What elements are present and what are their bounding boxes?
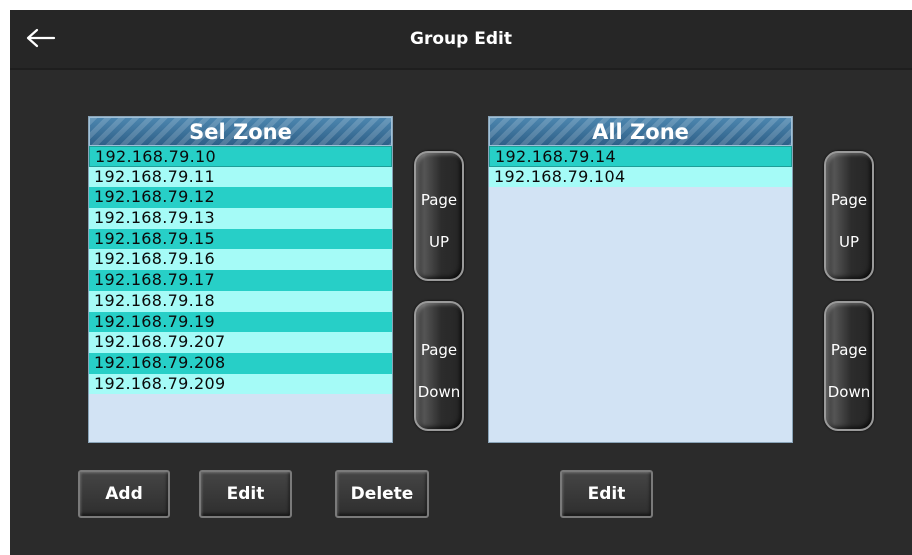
group-edit-screen: Group Edit Sel Zone 192.168.79.10 192.168…: [10, 10, 912, 555]
page-up-label-line2: UP: [428, 233, 450, 251]
sel-zone-list: Sel Zone 192.168.79.10 192.168.79.11 192.1…: [88, 116, 393, 443]
all-zone-header: All Zone: [489, 117, 792, 146]
page-up-label-line1: Page: [420, 191, 458, 209]
top-bar: Group Edit: [10, 10, 912, 70]
zone-list-item[interactable]: 192.168.79.209: [89, 373, 392, 395]
all-zone-page-up-button[interactable]: Page UP: [824, 151, 874, 281]
zone-list-item[interactable]: 192.168.79.12: [89, 187, 392, 209]
page-title: Group Edit: [410, 29, 512, 49]
zone-list-item[interactable]: 192.168.79.104: [489, 166, 792, 188]
all-zone-list: All Zone 192.168.79.14 192.168.79.104: [488, 116, 793, 443]
page-up-label-line1: Page: [830, 191, 868, 209]
page-down-label-line1: Page: [420, 341, 458, 359]
zone-list-item[interactable]: 192.168.79.13: [89, 208, 392, 229]
page-down-label-line1: Page: [830, 341, 868, 359]
sel-zone-page-up-button[interactable]: Page UP: [414, 151, 464, 281]
zone-list-item[interactable]: 192.168.79.208: [89, 352, 392, 374]
page-up-label-line2: UP: [838, 233, 860, 251]
zone-list-item[interactable]: 192.168.79.16: [89, 249, 392, 271]
zone-list-item[interactable]: 192.168.79.19: [89, 311, 392, 333]
sel-zone-page-down-button[interactable]: Page Down: [414, 301, 464, 431]
all-zone-rows: 192.168.79.14 192.168.79.104: [489, 146, 792, 188]
edit-button[interactable]: Edit: [199, 470, 292, 518]
all-zone-page-down-button[interactable]: Page Down: [824, 301, 874, 431]
zone-list-item[interactable]: 192.168.79.18: [89, 290, 392, 312]
all-zone-edit-button[interactable]: Edit: [560, 470, 653, 518]
page-down-label-line2: Down: [827, 383, 871, 401]
zone-list-item[interactable]: 192.168.79.15: [89, 228, 392, 250]
sel-zone-header: Sel Zone: [89, 117, 392, 146]
sel-zone-rows: 192.168.79.10 192.168.79.11 192.168.79.12 1…: [89, 146, 392, 395]
zone-list-item[interactable]: 192.168.79.207: [89, 332, 392, 353]
zone-list-item[interactable]: 192.168.79.11: [89, 166, 392, 188]
page-down-label-line2: Down: [417, 383, 461, 401]
zone-list-item[interactable]: 192.168.79.14: [489, 146, 792, 167]
zone-list-item[interactable]: 192.168.79.17: [89, 270, 392, 291]
zone-list-item[interactable]: 192.168.79.10: [89, 146, 392, 167]
add-button[interactable]: Add: [78, 470, 170, 518]
delete-button[interactable]: Delete: [335, 470, 429, 518]
